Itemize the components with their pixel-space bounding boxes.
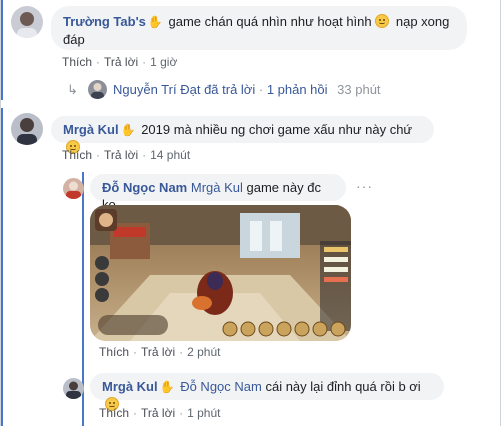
like-link[interactable]: Thích (99, 345, 129, 359)
like-link[interactable]: Thích (62, 148, 92, 162)
separator: · (133, 406, 138, 420)
separator: · (133, 345, 138, 359)
thread-accent-bar (1, 0, 3, 100)
timestamp[interactable]: 1 giờ (150, 55, 177, 69)
reply-actions: Thích · Trả lời · 1 phút (99, 406, 220, 420)
comment-actions: Thích · Trả lời · 14 phút (62, 148, 190, 162)
like-link[interactable]: Thích (62, 55, 92, 69)
comment-author[interactable]: Trường Tab's (63, 14, 146, 29)
separator: · (142, 148, 147, 162)
reply-actions: Thích · Trả lời · 2 phút (99, 345, 220, 359)
separator: · (179, 345, 184, 359)
reply-link[interactable]: Trả lời (104, 55, 138, 69)
reply-action-text: đã trả lời (204, 82, 256, 97)
comment-author[interactable]: Mrgà Kul (63, 122, 119, 137)
comment-actions: Thích · Trả lời · 1 giờ (62, 55, 177, 69)
more-options-icon[interactable]: ··· (356, 178, 373, 194)
reply-link[interactable]: Trả lời (141, 406, 175, 420)
avatar[interactable] (63, 178, 84, 199)
reply-text: cái này lại đỉnh quá rồi b ơi (265, 379, 421, 394)
like-link[interactable]: Thích (99, 406, 129, 420)
reply-arrow-icon: ↳ (67, 82, 78, 97)
separator: · (258, 82, 264, 97)
comment-text: game chán quá nhìn như hoạt hình (168, 14, 372, 29)
mention-link[interactable]: Mrgà Kul (191, 180, 243, 195)
mention-link[interactable]: Đỗ Ngọc Nam (180, 379, 262, 394)
avatar[interactable] (63, 378, 84, 399)
hand-icon: ✋ (147, 15, 163, 29)
comment-text: 2019 mà nhiều ng chơi game xấu như này c… (141, 122, 413, 137)
timestamp[interactable]: 1 phút (187, 406, 220, 420)
separator: · (142, 55, 147, 69)
separator: · (96, 148, 101, 162)
reply-link[interactable]: Trả lời (104, 148, 138, 162)
reply-count: 1 phản hồi (266, 82, 328, 97)
separator: · (179, 406, 184, 420)
reply-bubble: Đỗ Ngọc Nam Mrgà Kul game này đc ko (90, 174, 346, 212)
timestamp[interactable]: 14 phút (150, 148, 190, 162)
avatar[interactable] (11, 113, 43, 145)
reply-author[interactable]: Mrgà Kul (102, 379, 158, 394)
game-screenshot-image[interactable] (90, 205, 351, 341)
reply-author[interactable]: Đỗ Ngọc Nam (102, 180, 187, 195)
separator: · (96, 55, 101, 69)
avatar[interactable] (88, 80, 107, 99)
replier-name: Nguyễn Trí Đạt (113, 82, 201, 97)
timestamp[interactable]: 2 phút (187, 345, 220, 359)
reply-bubble: Mrgà Kul ✋ Đỗ Ngọc Nam cái này lại đỉnh q… (90, 373, 444, 411)
hand-icon: ✋ (120, 123, 136, 137)
reply-time: 33 phút (337, 82, 381, 97)
sad-emoji-icon (374, 14, 389, 28)
hand-icon: ✋ (159, 380, 175, 394)
view-replies-link[interactable]: Nguyễn Trí Đạt đã trả lời · 1 phản hồi 3… (113, 82, 381, 97)
avatar[interactable] (11, 6, 43, 38)
comment-bubble: Trường Tab's ✋ game chán quá nhìn như hoạ… (51, 6, 467, 50)
reply-link[interactable]: Trả lời (141, 345, 175, 359)
thread-accent-bar (1, 108, 3, 426)
comment-bubble: Mrgà Kul ✋ 2019 mà nhiều ng chơi game xấu… (51, 116, 434, 154)
